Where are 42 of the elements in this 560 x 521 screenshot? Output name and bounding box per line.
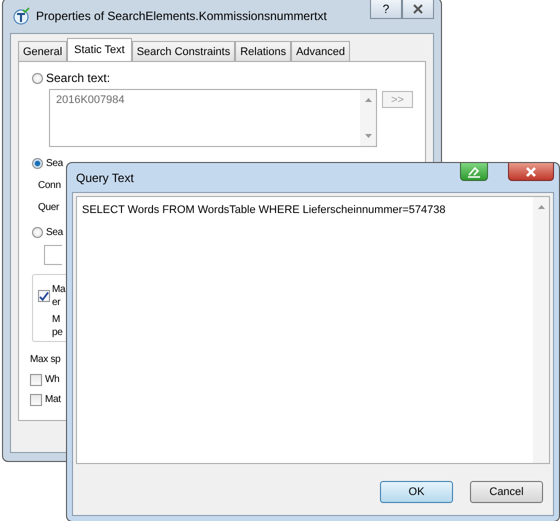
close-icon bbox=[413, 4, 423, 14]
radio-button[interactable] bbox=[32, 73, 43, 84]
tab[interactable]: Advanced bbox=[291, 41, 350, 61]
note-text: M bbox=[52, 313, 62, 326]
checkbox-label: Ma bbox=[52, 283, 66, 296]
eraser-icon bbox=[466, 166, 482, 178]
tab[interactable]: Static Text bbox=[67, 38, 132, 61]
radio-label: Search text: bbox=[46, 72, 110, 85]
query-text: SELECT Words FROM WordsTable WHERE Lieferscheinnummer=574738 bbox=[82, 204, 446, 216]
close-icon bbox=[525, 166, 537, 176]
close-button[interactable] bbox=[402, 0, 434, 19]
checkbox-label: er bbox=[52, 296, 62, 309]
checkbox[interactable] bbox=[30, 394, 42, 406]
scroll-down-icon bbox=[364, 134, 372, 138]
edit-button[interactable] bbox=[460, 163, 488, 181]
checkbox[interactable] bbox=[30, 374, 42, 386]
dialog-button[interactable]: OK bbox=[380, 481, 453, 503]
scroll-up-icon bbox=[364, 98, 372, 102]
search-text-field[interactable]: 2016K007984 bbox=[49, 89, 377, 147]
text-tool-icon bbox=[12, 7, 30, 25]
note-text: pe bbox=[52, 326, 64, 339]
close-button[interactable] bbox=[508, 163, 554, 181]
dialog-button[interactable]: Cancel bbox=[470, 481, 543, 503]
tab[interactable]: General bbox=[18, 41, 68, 61]
query-label: Quer bbox=[38, 201, 60, 214]
checkbox-label: Mat bbox=[45, 393, 61, 406]
radio-button[interactable] bbox=[32, 227, 43, 238]
radio-label: Sea bbox=[46, 157, 63, 170]
tab[interactable]: Relations bbox=[235, 41, 292, 61]
max-label: Max sp bbox=[30, 353, 60, 366]
help-button[interactable]: ? bbox=[370, 0, 402, 19]
radio-label: Sea bbox=[46, 226, 63, 239]
checkbox[interactable] bbox=[38, 290, 50, 302]
tab[interactable]: Search Constraints bbox=[132, 41, 236, 61]
scroll-up-icon bbox=[538, 205, 544, 209]
radio-button[interactable] bbox=[32, 158, 43, 169]
window-title: Query Text bbox=[76, 170, 134, 184]
input-field[interactable] bbox=[44, 245, 62, 265]
window-title: Properties of SearchElements.Kommissionsnummertxt bbox=[36, 9, 327, 23]
checkbox-label: Wh bbox=[45, 373, 60, 386]
connection-label: Conn bbox=[38, 179, 61, 192]
query-text-area[interactable]: SELECT Words FROM WordsTable WHERE Lieferscheinnummer=574738 bbox=[76, 196, 550, 464]
